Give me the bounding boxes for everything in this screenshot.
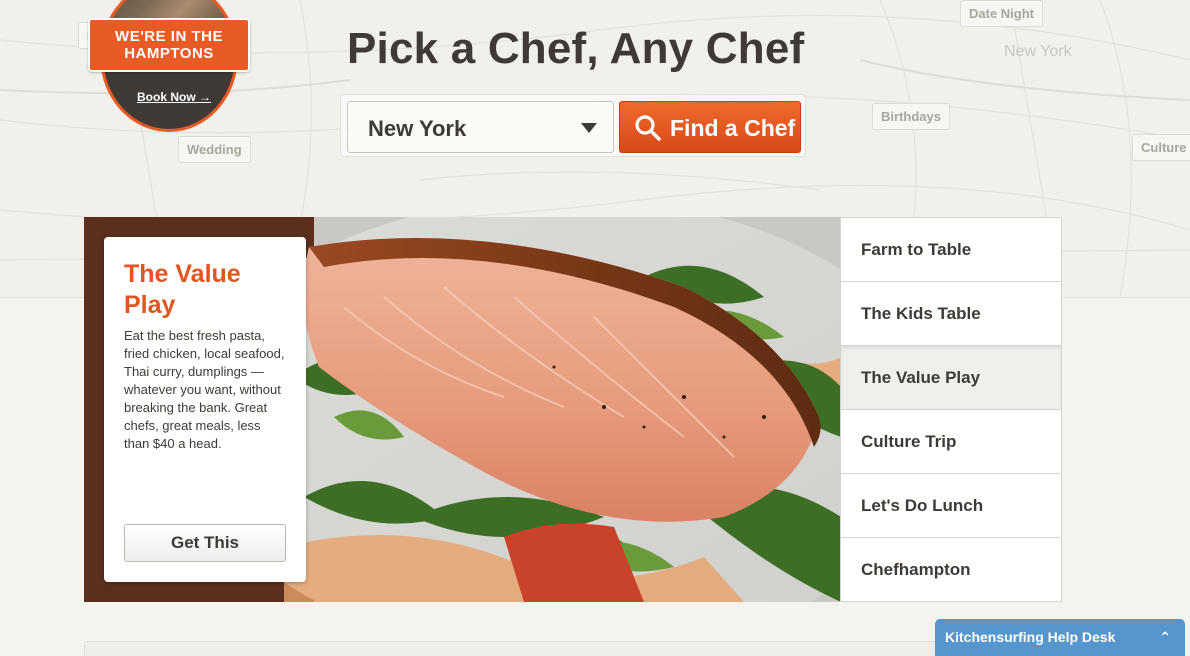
help-desk-label: Kitchensurfing Help Desk: [945, 629, 1116, 645]
get-this-button[interactable]: Get This: [124, 524, 286, 562]
menu-item-chefhampton[interactable]: Chefhampton: [841, 538, 1061, 601]
hero-banner: The Value Play Eat the best fresh pasta,…: [84, 217, 841, 602]
find-chef-button[interactable]: Find a Chef: [619, 101, 801, 153]
chef-search-bar: New York Find a Chef: [340, 94, 806, 157]
hamptons-promo-badge[interactable]: WE'RE IN THE HAMPTONS Book Now →: [88, 0, 250, 135]
find-chef-label: Find a Chef: [670, 115, 796, 141]
experience-menu: Farm to Table The Kids Table The Value P…: [840, 217, 1062, 602]
help-desk-tab[interactable]: Kitchensurfing Help Desk ⌃: [935, 619, 1185, 656]
next-section-edge: [84, 641, 1062, 656]
book-now-link[interactable]: Book Now →: [137, 90, 211, 104]
chevron-up-icon: ⌃: [1159, 629, 1171, 645]
hero-card-title: The Value Play: [124, 260, 241, 319]
city-select-value: New York: [368, 116, 467, 141]
map-tag-date-night: Date Night: [960, 0, 1043, 27]
page-title: Pick a Chef, Any Chef: [347, 24, 805, 73]
search-icon: [635, 115, 661, 141]
city-select[interactable]: New York: [347, 101, 614, 153]
menu-item-farm-to-table[interactable]: Farm to Table: [841, 218, 1061, 282]
menu-item-kids-table[interactable]: The Kids Table: [841, 282, 1061, 346]
caret-down-icon: [581, 123, 597, 133]
hero-card-description: Eat the best fresh pasta, fried chicken,…: [124, 328, 285, 451]
badge-line-1: WE'RE IN THE: [115, 28, 223, 45]
map-tag-culture: Culture: [1132, 134, 1190, 161]
map-city-label: New York: [1004, 43, 1072, 60]
menu-item-lets-do-lunch[interactable]: Let's Do Lunch: [841, 474, 1061, 538]
map-tag-birthdays: Birthdays: [872, 103, 950, 130]
map-tag-wedding: Wedding: [178, 136, 251, 163]
badge-ribbon: WE'RE IN THE HAMPTONS: [88, 18, 250, 72]
badge-line-2: HAMPTONS: [124, 45, 214, 62]
hero-card: The Value Play Eat the best fresh pasta,…: [104, 237, 306, 582]
menu-item-culture-trip[interactable]: Culture Trip: [841, 410, 1061, 474]
menu-item-value-play[interactable]: The Value Play: [841, 346, 1061, 410]
